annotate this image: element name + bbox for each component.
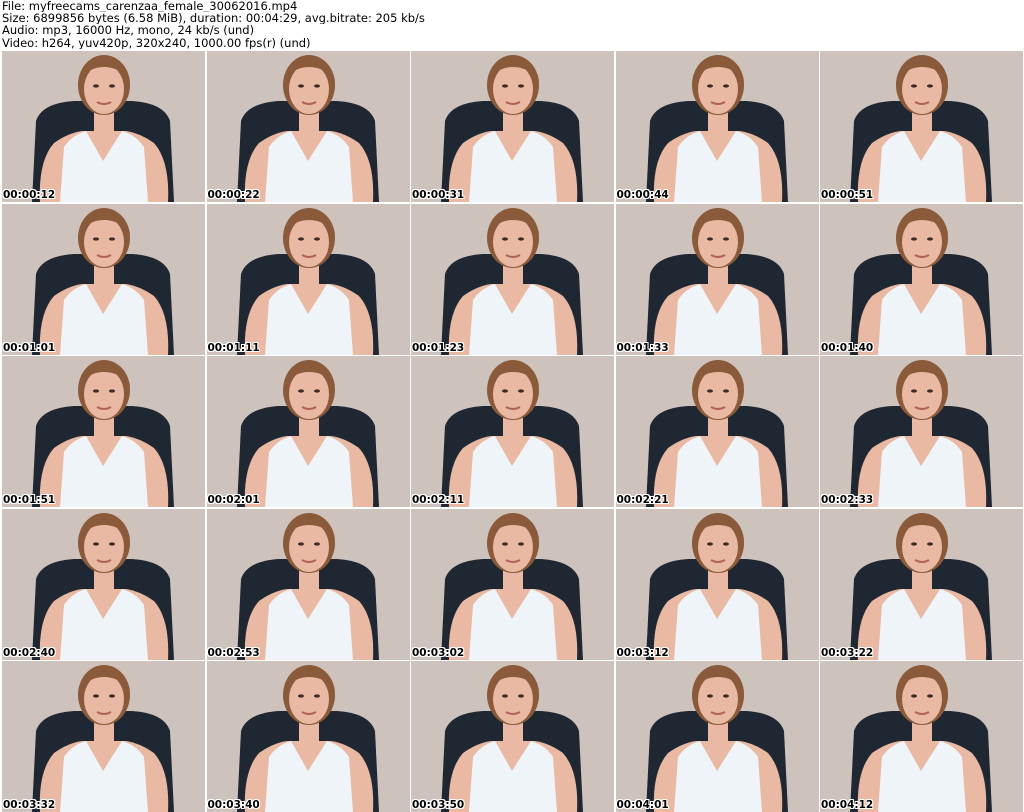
video-frame-image [615, 661, 819, 812]
video-frame-image [411, 508, 614, 660]
video-frame-image [411, 203, 614, 355]
video-frame-image [206, 661, 410, 812]
thumbnail-timestamp: 00:03:02 [412, 646, 465, 659]
thumbnail-timestamp: 00:03:50 [412, 799, 465, 811]
thumbnail-timestamp: 00:01:01 [3, 341, 56, 354]
thumbnail-timestamp: 00:03:32 [3, 799, 56, 811]
video-thumbnail-18: 00:03:02 [411, 508, 614, 660]
thumbnail-timestamp: 00:04:12 [821, 799, 874, 811]
video-thumbnail-2: 00:00:22 [206, 51, 410, 202]
thumbnail-timestamp: 00:02:01 [207, 494, 260, 506]
thumbnail-timestamp: 00:02:40 [3, 646, 56, 659]
video-thumbnail-14: 00:02:21 [615, 356, 819, 507]
thumbnail-timestamp: 00:04:01 [616, 799, 669, 811]
thumbnail-timestamp: 00:03:12 [616, 646, 669, 659]
video-thumbnail-13: 00:02:11 [411, 356, 614, 507]
thumbnail-timestamp: 00:01:51 [3, 494, 56, 506]
video-frame-image [2, 203, 205, 355]
thumbnail-timestamp: 00:00:44 [616, 189, 669, 201]
video-thumbnail-10: 00:01:40 [820, 203, 1023, 355]
thumbnail-timestamp: 00:00:12 [3, 189, 56, 201]
thumbnail-timestamp: 00:00:22 [207, 189, 260, 201]
thumbnail-timestamp: 00:00:31 [412, 189, 465, 201]
thumbnail-timestamp: 00:00:51 [821, 189, 874, 201]
video-thumbnail-3: 00:00:31 [411, 51, 614, 202]
video-thumbnail-6: 00:01:01 [2, 203, 205, 355]
video-frame-image [411, 661, 614, 812]
video-frame-image [615, 51, 819, 202]
video-thumbnail-19: 00:03:12 [615, 508, 819, 660]
video-frame-image [206, 356, 410, 507]
video-frame-image [2, 508, 205, 660]
video-thumbnail-20: 00:03:22 [820, 508, 1023, 660]
video-info-line: Video: h264, yuv420p, 320x240, 1000.00 f… [2, 36, 311, 49]
thumbnail-timestamp: 00:02:53 [207, 646, 260, 659]
video-thumbnail-5: 00:00:51 [820, 51, 1023, 202]
video-frame-image [615, 203, 819, 355]
video-thumbnail-21: 00:03:32 [2, 661, 205, 812]
video-thumbnail-15: 00:02:33 [820, 356, 1023, 507]
video-thumbnail-4: 00:00:44 [615, 51, 819, 202]
video-thumbnail-11: 00:01:51 [2, 356, 205, 507]
video-thumbnail-12: 00:02:01 [206, 356, 410, 507]
file-size-line: Size: 6899856 bytes (6.58 MiB), duration… [2, 12, 425, 25]
video-frame-image [820, 51, 1023, 202]
video-thumbnail-9: 00:01:33 [615, 203, 819, 355]
video-frame-image [206, 203, 410, 355]
thumbnail-timestamp: 00:02:21 [616, 494, 669, 506]
file-info-header: File: myfreecams_carenzaa_female_3006201… [2, 0, 1022, 50]
video-frame-image [820, 356, 1023, 507]
video-thumbnail-25: 00:04:12 [820, 661, 1023, 812]
thumbnail-timestamp: 00:01:40 [821, 341, 874, 354]
video-frame-image [2, 356, 205, 507]
thumbnail-grid: 00:00:12 00:00:22 00:00:31 00:00:44 00:0… [2, 51, 1024, 812]
video-frame-image [820, 661, 1023, 812]
video-frame-image [206, 508, 410, 660]
video-frame-image [206, 51, 410, 202]
video-thumbnail-17: 00:02:53 [206, 508, 410, 660]
video-frame-image [615, 356, 819, 507]
video-frame-image [2, 51, 205, 202]
thumbnail-timestamp: 00:01:33 [616, 341, 669, 354]
thumbnail-timestamp: 00:01:11 [207, 341, 260, 354]
video-frame-image [615, 508, 819, 660]
video-thumbnail-7: 00:01:11 [206, 203, 410, 355]
thumbnail-timestamp: 00:03:22 [821, 646, 874, 659]
video-frame-image [2, 661, 205, 812]
video-thumbnail-8: 00:01:23 [411, 203, 614, 355]
thumbnail-timestamp: 00:02:33 [821, 494, 874, 506]
thumbnail-timestamp: 00:03:40 [207, 799, 260, 811]
thumbnail-timestamp: 00:01:23 [412, 341, 465, 354]
video-frame-image [820, 203, 1023, 355]
video-thumbnail-16: 00:02:40 [2, 508, 205, 660]
file-name-line: File: myfreecams_carenzaa_female_3006201… [2, 0, 298, 13]
audio-info-line: Audio: mp3, 16000 Hz, mono, 24 kb/s (und… [2, 24, 255, 37]
video-thumbnail-1: 00:00:12 [2, 51, 205, 202]
thumbnail-timestamp: 00:02:11 [412, 494, 465, 506]
video-thumbnail-24: 00:04:01 [615, 661, 819, 812]
video-thumbnail-22: 00:03:40 [206, 661, 410, 812]
video-thumbnail-23: 00:03:50 [411, 661, 614, 812]
video-frame-image [820, 508, 1023, 660]
video-frame-image [411, 356, 614, 507]
video-frame-image [411, 51, 614, 202]
